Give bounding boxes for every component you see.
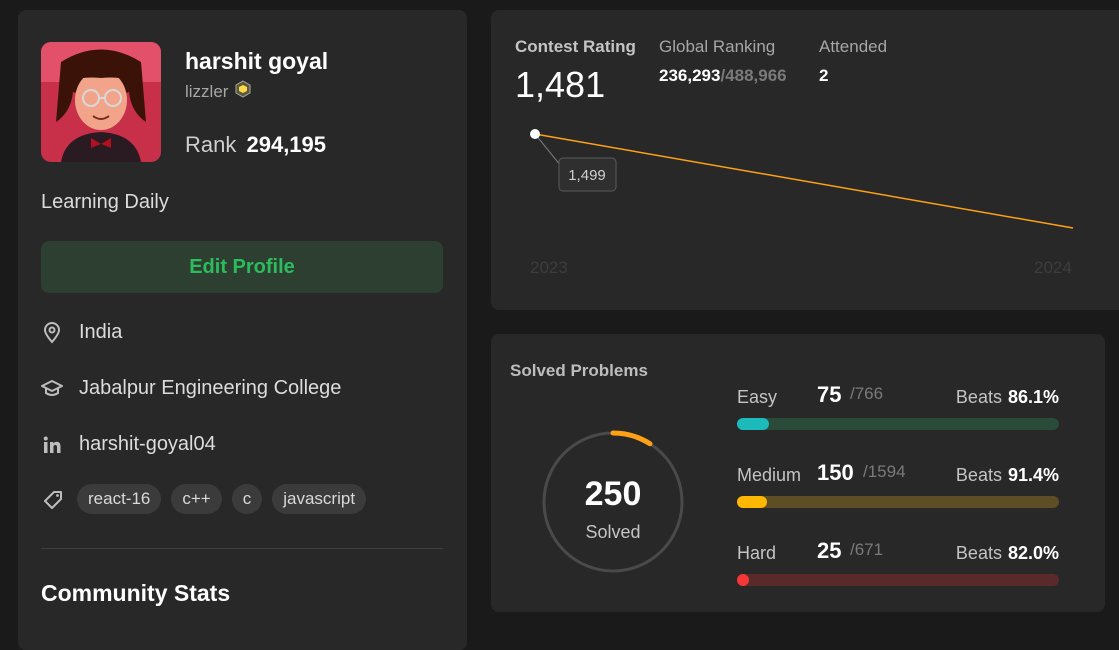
graduation-cap-icon	[41, 378, 63, 400]
skill-tags: react-16 c++ c javascript	[77, 484, 367, 514]
difficulty-bar-fill	[737, 496, 767, 508]
difficulty-solved: 75	[817, 382, 842, 407]
handle-row: lizzler	[185, 80, 252, 103]
linkedin-link[interactable]: harshit-goyal04	[79, 433, 216, 456]
tag-item[interactable]: javascript	[272, 484, 367, 514]
handle: lizzler	[185, 81, 229, 101]
solved-count: 250	[584, 475, 642, 513]
difficulty-medium: Medium 150 /1594 Beats 91.4%	[737, 458, 1059, 508]
avatar[interactable]	[41, 42, 161, 162]
difficulty-beats: Beats 86.1%	[956, 387, 1059, 408]
edit-profile-button[interactable]: Edit Profile	[41, 241, 443, 293]
beats-label: Beats	[955, 543, 1002, 563]
location-text: India	[79, 321, 123, 343]
difficulty-bar	[737, 418, 1059, 430]
location-pin-icon	[41, 321, 63, 344]
location-row: India	[41, 321, 122, 344]
solved-label: Solved	[585, 522, 641, 542]
linkedin-icon	[41, 434, 63, 456]
difficulty-name: Hard	[737, 543, 777, 563]
tag-item[interactable]: c++	[171, 484, 222, 514]
school-row: Jabalpur Engineering College	[41, 377, 341, 400]
difficulty-name: Easy	[737, 387, 778, 407]
difficulty-solved: 150	[817, 460, 854, 485]
x-start-label: 2023	[530, 258, 568, 277]
community-stats-title: Community Stats	[41, 580, 231, 606]
difficulty-name: Medium	[737, 465, 802, 485]
difficulty-bar	[737, 574, 1059, 586]
difficulty-easy: Easy 75 /766 Beats 86.1%	[737, 380, 1059, 430]
tooltip-connector	[534, 133, 562, 167]
beats-value: 91.4%	[1007, 465, 1059, 485]
divider	[41, 548, 443, 549]
badge-icon	[234, 80, 252, 103]
beats-label: Beats	[955, 387, 1002, 407]
difficulty-beats: Beats 82.0%	[956, 543, 1059, 564]
profile-card: harshit goyal lizzler Rank 294,195 Learn…	[18, 10, 467, 650]
rating-point	[530, 129, 540, 139]
school-link[interactable]: Jabalpur Engineering College	[79, 377, 341, 400]
tag-icon	[43, 490, 63, 515]
rank-row: Rank 294,195	[185, 132, 326, 158]
linkedin-row: harshit-goyal04	[41, 433, 216, 456]
difficulty-beats: Beats 91.4%	[956, 465, 1059, 486]
beats-label: Beats	[955, 465, 1002, 485]
difficulty-total: /766	[850, 384, 884, 403]
tooltip-value: 1,499	[568, 167, 606, 184]
solved-title: Solved Problems	[510, 361, 648, 380]
bio: Learning Daily	[41, 191, 169, 213]
tag-item[interactable]: c	[231, 484, 263, 514]
difficulty-total: /671	[850, 540, 884, 559]
rank-label: Rank	[185, 132, 237, 157]
username: harshit goyal	[185, 48, 329, 74]
difficulty-solved: 25	[817, 538, 842, 563]
difficulty-bar	[737, 496, 1059, 508]
rank-value: 294,195	[246, 132, 327, 157]
tag-item[interactable]: react-16	[77, 484, 162, 514]
difficulty-bar-fill	[737, 418, 769, 430]
beats-value: 86.1%	[1007, 387, 1059, 407]
contest-card: Contest Rating 1,481 Global Ranking 236,…	[491, 10, 1119, 310]
difficulty-bar-fill	[737, 574, 749, 586]
x-end-label: 2024	[1034, 258, 1072, 277]
difficulty-hard: Hard 25 /671 Beats 82.0%	[737, 536, 1059, 586]
beats-value: 82.0%	[1007, 543, 1059, 563]
difficulty-total: /1594	[863, 462, 906, 481]
solved-card: Solved Problems 250 Solved Easy 75 /766 …	[491, 334, 1105, 612]
rating-chart[interactable]: 1,499 2023 2024	[491, 10, 1119, 310]
